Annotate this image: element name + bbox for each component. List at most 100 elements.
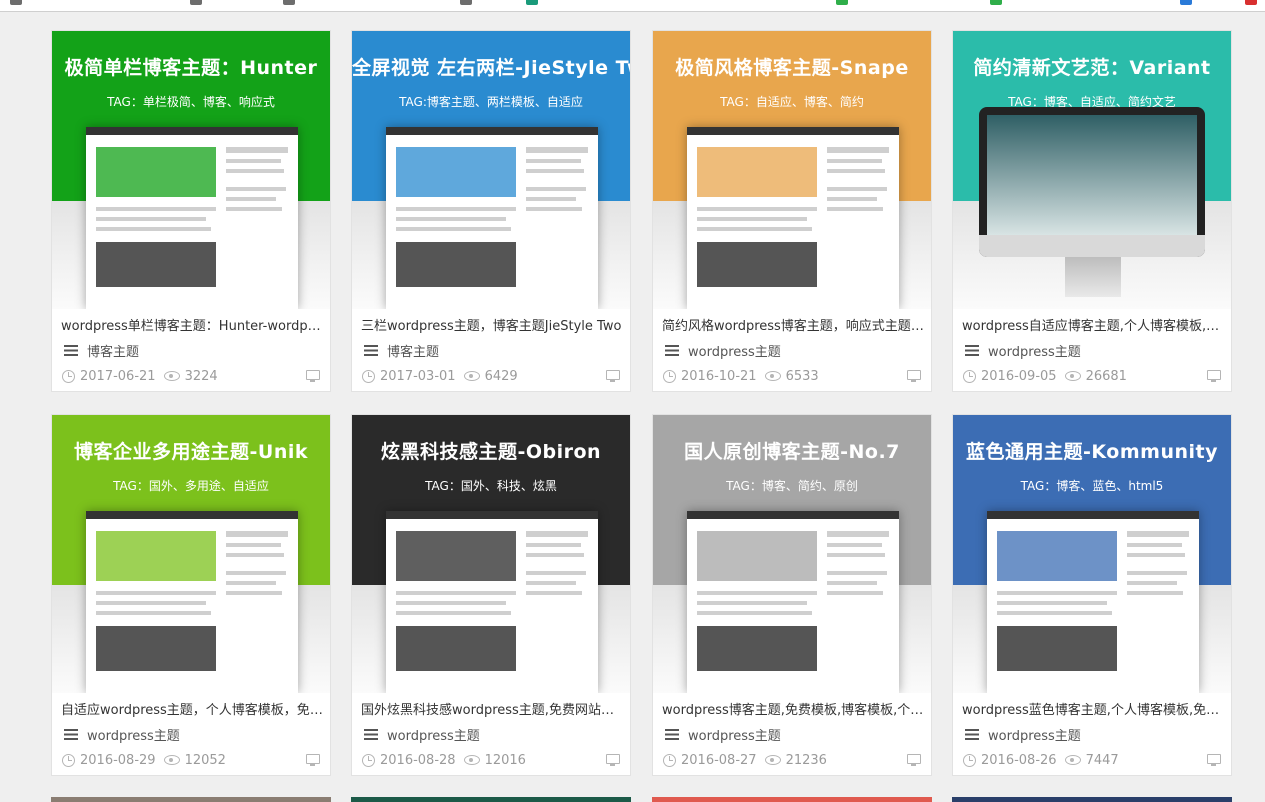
category-link[interactable]: 博客主题 (64, 341, 140, 360)
theme-thumbnail[interactable]: 简约清新文艺范：Variant TAG：博客、自适应、简约文艺 (953, 31, 1231, 309)
demo-monitor-icon[interactable] (306, 370, 320, 382)
category-link[interactable]: wordpress主题 (665, 725, 781, 744)
theme-description-link[interactable]: 国外炫黑科技感wordpress主题,免费网站模板 (361, 699, 623, 718)
theme-thumbnail[interactable]: 蓝色通用主题-Kommunity TAG：博客、蓝色、html5 (953, 415, 1231, 693)
view-count: 7447 (1085, 752, 1119, 768)
category-link[interactable]: wordpress主题 (965, 725, 1081, 744)
thumbnail-title: 博客企业多用途主题-Unik (74, 441, 308, 463)
theme-card[interactable]: 全屏视觉 左右两栏-JieStyle Two TAG:博客主题、两栏模板、自适应… (351, 30, 631, 392)
theme-description-link[interactable]: wordpress博客主题,免费模板,博客模板,个人主题 (662, 699, 924, 718)
category-label: wordpress主题 (87, 728, 180, 744)
demo-monitor-icon[interactable] (907, 370, 921, 382)
thumbnail-tags: TAG:博客主题、两栏模板、自适应 (399, 95, 583, 109)
category-link[interactable]: 博客主题 (364, 341, 440, 360)
theme-card[interactable]: 蓝色通用主题-Kommunity TAG：博客、蓝色、html5 wordpre… (952, 414, 1232, 776)
list-icon (64, 344, 78, 356)
post-date: 2016-08-28 (380, 752, 456, 768)
theme-thumbnail[interactable]: 国人原创博客主题-No.7 TAG：博客、简约、原创 (653, 415, 931, 693)
post-date: 2016-10-21 (681, 368, 757, 384)
bookmark-icon[interactable] (1245, 0, 1257, 5)
view-count: 12052 (184, 752, 226, 768)
next-row-card-edge[interactable] (952, 797, 1232, 802)
bookmark-icon[interactable] (10, 0, 22, 5)
eye-icon (463, 371, 480, 381)
category-link[interactable]: wordpress主题 (64, 725, 180, 744)
theme-description-link[interactable]: 简约风格wordpress博客主题，响应式主题-Snape (662, 315, 924, 334)
post-meta: 2017-06-21 3224 (62, 367, 320, 385)
preview-image (979, 107, 1205, 257)
category-label: wordpress主题 (688, 344, 781, 360)
eye-icon (764, 755, 781, 765)
post-date: 2016-08-29 (80, 752, 156, 768)
theme-description-link[interactable]: 三栏wordpress主题，博客主题JieStyle Two (361, 315, 623, 334)
theme-card[interactable]: 极简单栏博客主题：Hunter TAG：单栏极简、博客、响应式 wordpres… (51, 30, 331, 392)
monitor-stand (1065, 257, 1121, 297)
demo-monitor-icon[interactable] (907, 754, 921, 766)
theme-card[interactable]: 炫黑科技感主题-Obiron TAG：国外、科技、炫黑 国外炫黑科技感wordp… (351, 414, 631, 776)
demo-monitor-icon[interactable] (306, 754, 320, 766)
demo-monitor-icon[interactable] (1207, 370, 1221, 382)
theme-thumbnail[interactable]: 博客企业多用途主题-Unik TAG：国外、多用途、自适应 (52, 415, 330, 693)
next-row-card-edge[interactable] (51, 797, 331, 802)
category-link[interactable]: wordpress主题 (965, 341, 1081, 360)
bookmark-icon[interactable] (190, 0, 202, 5)
thumbnail-tags: TAG：博客、简约、原创 (726, 479, 858, 493)
theme-description-link[interactable]: 自适应wordpress主题，个人博客模板，免费企业主题 (61, 699, 323, 718)
category-label: 博客主题 (87, 344, 140, 360)
eye-icon (463, 755, 480, 765)
bookmark-icon[interactable] (836, 0, 848, 5)
demo-monitor-icon[interactable] (1207, 754, 1221, 766)
bookmark-icon[interactable] (1180, 0, 1192, 5)
thumbnail-tags: TAG：自适应、博客、简约 (720, 95, 864, 109)
theme-card[interactable]: 简约清新文艺范：Variant TAG：博客、自适应、简约文艺 wordpres… (952, 30, 1232, 392)
view-count: 21236 (785, 752, 827, 768)
theme-thumbnail[interactable]: 极简风格博客主题-Snape TAG：自适应、博客、简约 (653, 31, 931, 309)
preview-image (987, 511, 1199, 693)
clock-icon (362, 753, 375, 767)
theme-card[interactable]: 极简风格博客主题-Snape TAG：自适应、博客、简约 简约风格wordpre… (652, 30, 932, 392)
theme-thumbnail[interactable]: 全屏视觉 左右两栏-JieStyle Two TAG:博客主题、两栏模板、自适应 (352, 31, 630, 309)
bookmark-icon[interactable] (460, 0, 472, 5)
demo-monitor-icon[interactable] (606, 370, 620, 382)
eye-icon (1064, 755, 1081, 765)
theme-description-link[interactable]: wordpress蓝色博客主题,个人博客模板,免费主题 (962, 699, 1224, 718)
next-row-card-edge[interactable] (351, 797, 631, 802)
post-meta: 2016-09-05 26681 (963, 367, 1221, 385)
category-label: 博客主题 (387, 344, 440, 360)
category-label: wordpress主题 (688, 728, 781, 744)
post-date: 2017-06-21 (80, 368, 156, 384)
view-count: 26681 (1085, 368, 1127, 384)
theme-card[interactable]: 博客企业多用途主题-Unik TAG：国外、多用途、自适应 自适应wordpre… (51, 414, 331, 776)
post-meta: 2016-08-28 12016 (362, 751, 620, 769)
preview-image (86, 127, 298, 309)
list-icon (665, 728, 679, 740)
demo-monitor-icon[interactable] (606, 754, 620, 766)
thumbnail-tags: TAG：国外、多用途、自适应 (113, 479, 269, 493)
bookmark-icon[interactable] (283, 0, 295, 5)
bookmark-icon[interactable] (526, 0, 538, 5)
next-row-card-edge[interactable] (652, 797, 932, 802)
list-icon (364, 344, 378, 356)
bookmark-icon[interactable] (990, 0, 1002, 5)
list-icon (965, 728, 979, 740)
list-icon (665, 344, 679, 356)
theme-thumbnail[interactable]: 炫黑科技感主题-Obiron TAG：国外、科技、炫黑 (352, 415, 630, 693)
category-link[interactable]: wordpress主题 (364, 725, 480, 744)
preview-image (386, 127, 598, 309)
thumbnail-tags: TAG：博客、蓝色、html5 (1020, 479, 1164, 493)
thumbnail-title: 炫黑科技感主题-Obiron (380, 441, 602, 463)
clock-icon (663, 369, 676, 383)
theme-card[interactable]: 国人原创博客主题-No.7 TAG：博客、简约、原创 wordpress博客主题… (652, 414, 932, 776)
category-link[interactable]: wordpress主题 (665, 341, 781, 360)
clock-icon (663, 753, 676, 767)
thumbnail-title: 国人原创博客主题-No.7 (684, 441, 900, 463)
theme-description-link[interactable]: wordpress自适应博客主题,个人博客模板,免费主题 (962, 315, 1224, 334)
theme-description-link[interactable]: wordpress单栏博客主题：Hunter-wordpress主题 (61, 315, 323, 334)
preview-image (687, 511, 899, 693)
theme-thumbnail[interactable]: 极简单栏博客主题：Hunter TAG：单栏极简、博客、响应式 (52, 31, 330, 309)
browser-bookmarks-bar (0, 0, 1265, 12)
list-icon (364, 728, 378, 740)
thumbnail-tags: TAG：国外、科技、炫黑 (425, 479, 557, 493)
clock-icon (963, 753, 976, 767)
preview-image (386, 511, 598, 693)
